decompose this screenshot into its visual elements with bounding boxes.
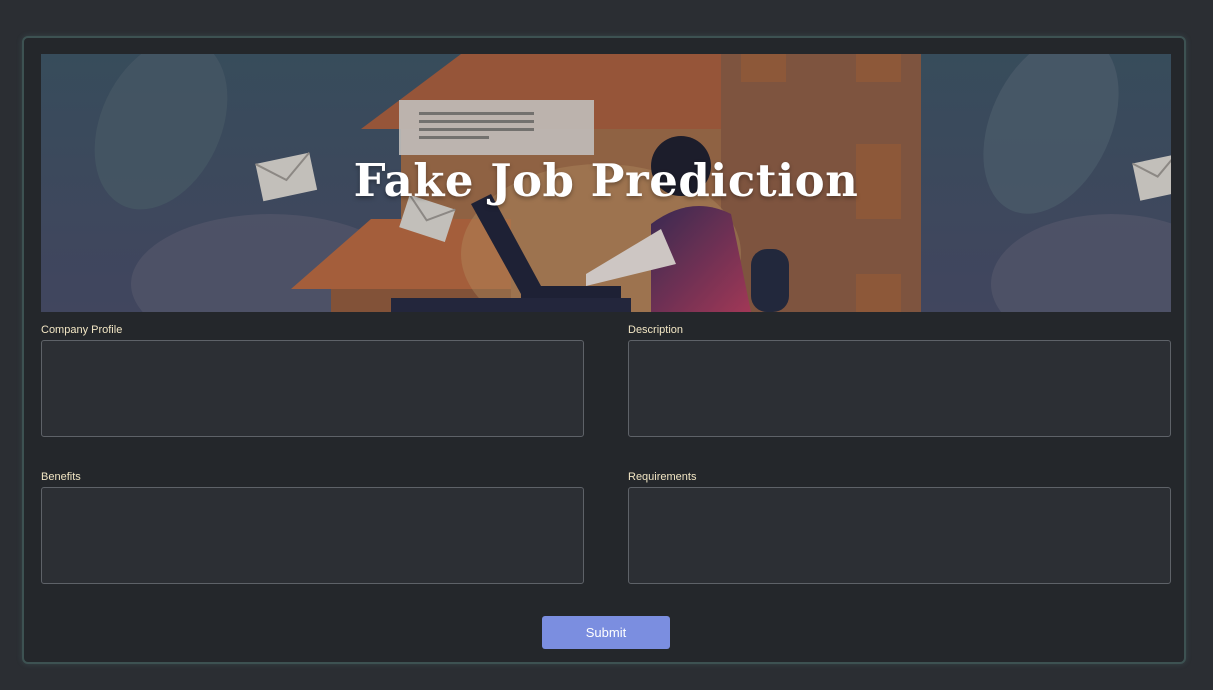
submit-button[interactable]: Submit xyxy=(542,616,670,649)
requirements-label: Requirements xyxy=(628,471,697,483)
description-input[interactable] xyxy=(628,340,1171,437)
company-profile-input[interactable] xyxy=(41,340,584,437)
hero-banner: Fake Job Prediction xyxy=(41,54,1171,312)
page-title: Fake Job Prediction xyxy=(353,154,859,207)
description-label: Description xyxy=(628,324,684,336)
company-profile-label: Company Profile xyxy=(41,324,123,336)
benefits-label: Benefits xyxy=(41,471,81,483)
benefits-input[interactable] xyxy=(41,487,584,584)
form-card: Fake Job Prediction Company Profile Desc… xyxy=(22,36,1186,664)
requirements-input[interactable] xyxy=(628,487,1171,584)
page: Fake Job Prediction Company Profile Desc… xyxy=(0,0,1213,690)
